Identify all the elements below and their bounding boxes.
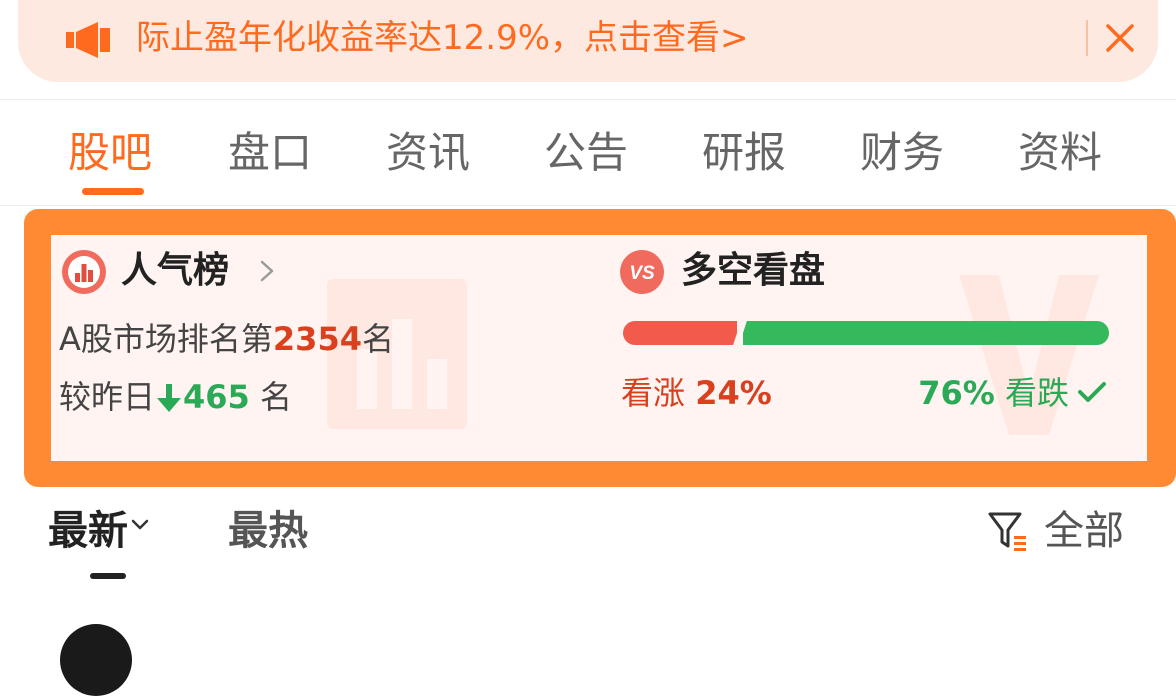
bear-bar — [743, 321, 1109, 345]
tab-announcements[interactable]: 公告 — [544, 126, 628, 180]
sort-hot[interactable]: 最热 — [228, 504, 308, 558]
popularity-card[interactable]: 人气榜 A股市场排名第2354名 较昨日 465 名 — [51, 235, 599, 461]
bull-text: 看涨 — [621, 374, 686, 412]
bear-label[interactable]: 76% 看跌 — [918, 371, 1107, 415]
chevron-right-icon[interactable] — [257, 257, 277, 285]
tab-research[interactable]: 研报 — [702, 126, 786, 180]
rank-suffix: 名 — [361, 320, 394, 358]
ranking-icon — [62, 250, 106, 294]
bull-bear-card[interactable]: VS 多空看盘 看涨 24% 76% 看跌 — [599, 235, 1147, 461]
market-rank: A股市场排名第2354名 — [59, 317, 394, 361]
tab-pankou[interactable]: 盘口 — [228, 126, 312, 180]
sort-latest-label: 最新 — [48, 508, 128, 554]
tab-bar: 股吧 盘口 资讯 公告 研报 财务 资料 — [0, 100, 1176, 206]
tab-news[interactable]: 资讯 — [386, 126, 470, 180]
rank-prefix: A股市场排名第 — [59, 320, 273, 358]
popularity-title: 人气榜 — [121, 250, 230, 291]
megaphone-icon — [66, 22, 110, 58]
banner-text[interactable]: 际止盈年化收益率达12.9%，点击查看> — [136, 16, 749, 60]
filter-label: 全部 — [1044, 508, 1124, 554]
change-prefix: 较昨日 — [59, 378, 156, 416]
bull-percent: 24% — [695, 374, 772, 412]
divider — [0, 205, 1176, 206]
cards-container: 人气榜 A股市场排名第2354名 较昨日 465 名 VS 多空看盘 看涨 24… — [51, 235, 1147, 461]
banner-separator — [1086, 20, 1088, 56]
tab-guba[interactable]: 股吧 — [68, 126, 152, 180]
arrow-down-icon — [157, 384, 182, 412]
sort-latest[interactable]: 最新 — [48, 504, 150, 558]
check-icon — [1078, 382, 1106, 402]
rank-value: 2354 — [272, 320, 362, 358]
bear-percent: 76% — [918, 374, 995, 412]
watermark-vs-icon — [959, 275, 1099, 435]
vs-icon: VS — [620, 250, 664, 294]
chevron-down-icon — [131, 519, 149, 530]
bull-bar — [623, 321, 737, 345]
sentiment-bar — [623, 319, 1109, 347]
filter-icon — [988, 512, 1026, 551]
rank-change: 较昨日 465 名 — [59, 375, 292, 419]
close-icon[interactable] — [1102, 20, 1138, 56]
svg-text:VS: VS — [629, 263, 655, 284]
avatar[interactable] — [60, 624, 132, 696]
active-tab-indicator — [82, 188, 144, 195]
change-suffix: 名 — [249, 378, 292, 416]
sort-active-indicator — [90, 573, 126, 579]
bull-bear-title: 多空看盘 — [681, 250, 826, 291]
bull-label[interactable]: 看涨 24% — [621, 371, 772, 415]
change-value: 465 — [183, 378, 250, 416]
highlight-frame: 人气榜 A股市场排名第2354名 较昨日 465 名 VS 多空看盘 看涨 24… — [24, 209, 1176, 487]
promo-banner[interactable]: 际止盈年化收益率达12.9%，点击查看> — [18, 0, 1158, 82]
bear-text: 看跌 — [1004, 374, 1069, 412]
tab-finance[interactable]: 财务 — [860, 126, 944, 180]
tab-profile[interactable]: 资料 — [1018, 126, 1102, 180]
